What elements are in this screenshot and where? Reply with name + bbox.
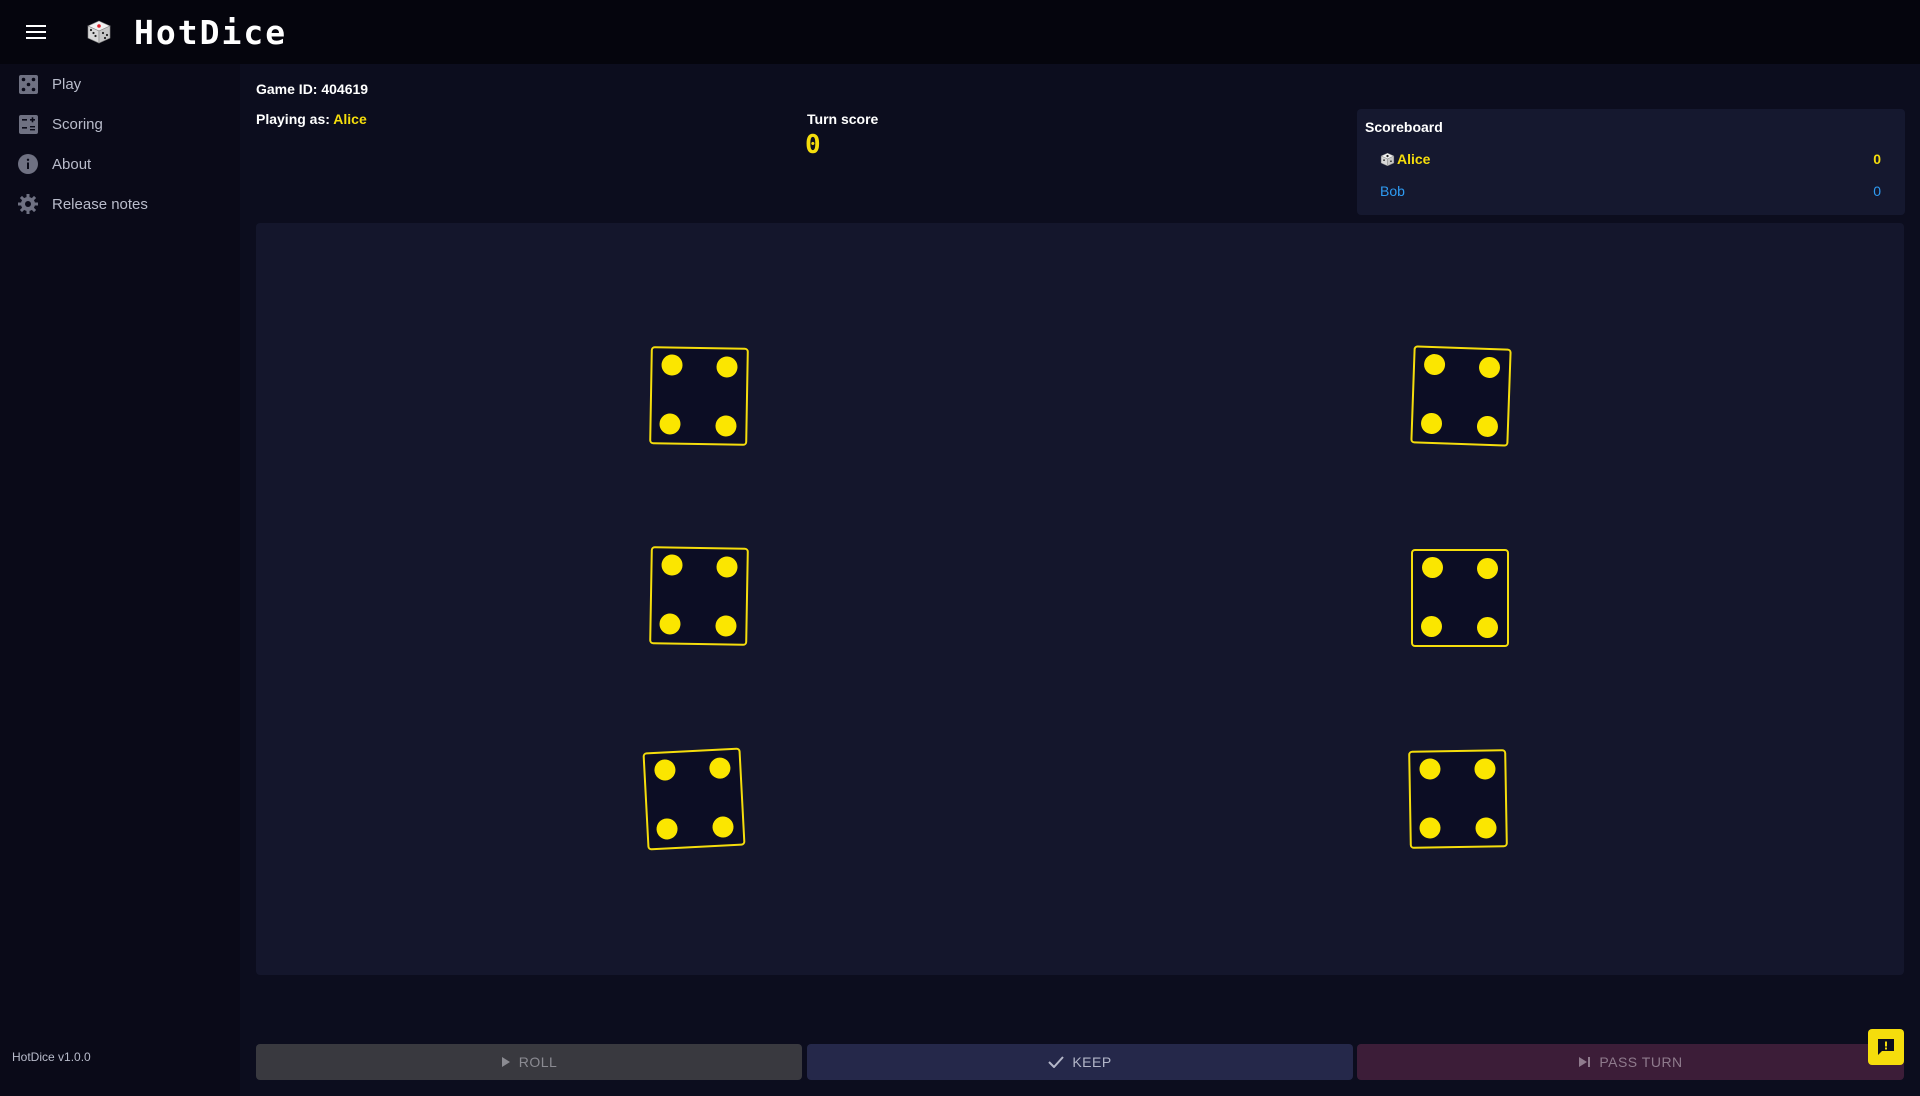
scoreboard-title: Scoreboard	[1365, 119, 1443, 135]
roll-button-label: ROLL	[518, 1054, 558, 1070]
die-5[interactable]	[642, 747, 746, 851]
sidebar-item-label: Scoring	[52, 115, 103, 133]
die-2[interactable]	[1410, 345, 1512, 447]
die-pip	[659, 613, 681, 635]
pass-turn-button[interactable]: PASS TURN	[1357, 1044, 1904, 1080]
scoreboard: Scoreboard Alice 0 Bob 0	[1357, 109, 1905, 215]
sidebar-item-label: Release notes	[52, 195, 148, 213]
die-pip	[655, 817, 679, 840]
app-header: HotDice	[0, 0, 1920, 64]
scoreboard-player-score: 0	[1873, 151, 1881, 167]
die-pip	[1474, 758, 1496, 780]
scoring-icon	[18, 114, 38, 134]
die-pip	[1423, 353, 1446, 376]
app-version: HotDice v1.0.0	[12, 1050, 91, 1064]
die-pip	[661, 554, 683, 576]
roll-button[interactable]: ROLL	[256, 1044, 802, 1080]
playing-as: Playing as: Alice	[256, 111, 367, 127]
die-pip	[1419, 817, 1441, 839]
sidebar-item-label: About	[52, 155, 92, 173]
die-pip	[659, 413, 681, 435]
die-pip	[653, 758, 676, 782]
die-pip	[661, 354, 683, 376]
die-pip	[1422, 557, 1443, 578]
sidebar-item-play[interactable]: Play	[0, 64, 240, 104]
die-pip	[708, 757, 731, 780]
dice-board	[256, 223, 1904, 975]
die-pip	[715, 615, 737, 637]
turn-score-value: 0	[805, 130, 821, 160]
sidebar-item-scoring[interactable]: Scoring	[0, 104, 240, 144]
menu-icon[interactable]	[18, 14, 54, 50]
play-icon	[501, 1057, 510, 1067]
die-1[interactable]	[649, 346, 749, 446]
sidebar: Play Scoring About Release notes HotDice…	[0, 64, 240, 1096]
die-3[interactable]	[649, 546, 749, 646]
active-player-dice-icon	[1380, 152, 1395, 167]
check-icon	[1048, 1056, 1065, 1068]
pass-turn-button-label: PASS TURN	[1599, 1054, 1683, 1070]
current-player-name: Alice	[333, 111, 367, 127]
die-pip	[715, 415, 737, 437]
die-pip	[1419, 758, 1441, 780]
die-4[interactable]	[1411, 549, 1509, 647]
die-pip	[1478, 356, 1501, 379]
playing-as-label: Playing as:	[256, 111, 330, 127]
skip-next-icon	[1579, 1057, 1591, 1067]
info-icon	[18, 154, 38, 174]
die-pip	[1477, 617, 1498, 638]
die-pip	[1476, 415, 1499, 438]
die-pip	[716, 356, 738, 378]
die-pip	[1420, 412, 1443, 435]
scoreboard-player-score: 0	[1873, 183, 1881, 199]
feedback-button[interactable]	[1868, 1029, 1904, 1065]
sidebar-item-label: Play	[52, 75, 82, 93]
scoreboard-player-name: Bob	[1380, 183, 1405, 199]
feedback-icon	[1878, 1039, 1894, 1055]
turn-score-label: Turn score	[807, 111, 879, 127]
die-pip	[1421, 616, 1442, 637]
die-pip	[716, 556, 738, 578]
keep-button[interactable]: KEEP	[807, 1044, 1353, 1080]
die-pip	[1477, 558, 1498, 579]
scoreboard-row-bob: Bob 0	[1380, 181, 1881, 201]
gear-icon	[18, 194, 38, 214]
game-id: Game ID: 404619	[256, 81, 369, 97]
die-6[interactable]	[1408, 749, 1508, 849]
die-pip	[1475, 817, 1497, 839]
app-title: HotDice	[134, 12, 288, 52]
sidebar-item-about[interactable]: About	[0, 144, 240, 184]
dice-five-icon	[18, 74, 38, 94]
keep-button-label: KEEP	[1072, 1054, 1112, 1070]
sidebar-item-release-notes[interactable]: Release notes	[0, 184, 240, 224]
dice-icon	[86, 19, 112, 45]
scoreboard-player-name: Alice	[1397, 151, 1431, 167]
scoreboard-row-alice: Alice 0	[1380, 149, 1881, 169]
die-pip	[711, 815, 735, 839]
